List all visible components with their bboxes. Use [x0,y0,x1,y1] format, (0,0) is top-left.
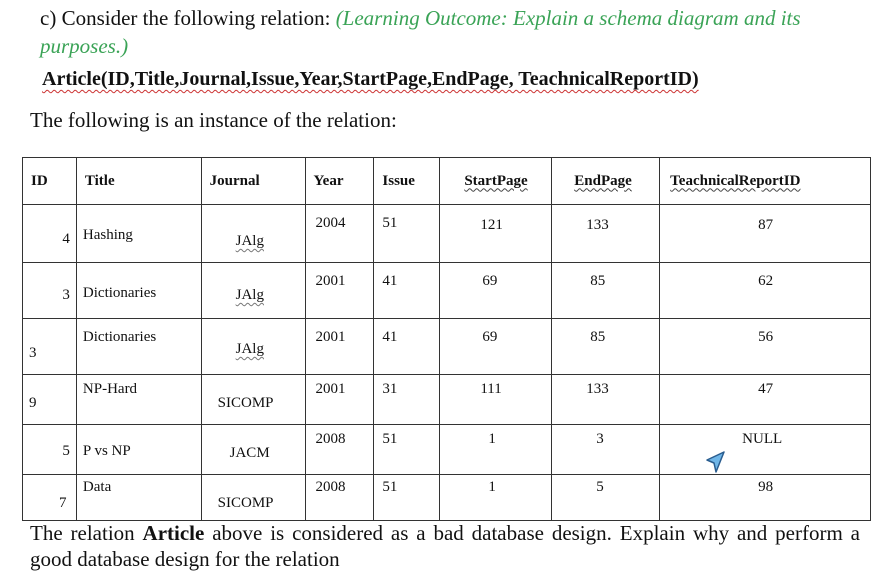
cell-startpage: 69 [439,318,553,375]
article-table: ID Title Journal Year Issue StartPage En… [22,157,871,521]
header-endpage: EndPage [551,157,661,205]
cell-journal: JACM [200,424,306,475]
cell-startpage: 121 [439,204,553,263]
cell-year: 2001 [304,262,375,319]
header-startpage: StartPage [439,157,553,205]
cell-reportid: 62 [659,262,871,319]
cell-journal: JAlg [200,262,306,319]
header-reportid: TeachnicalReportID [659,157,871,205]
cell-issue: 31 [373,374,441,425]
cell-issue: 51 [373,204,441,263]
header-year: Year [304,157,375,205]
table-row: 7 Data SICOMP 2008 51 1 5 98 [22,474,871,521]
cell-reportid: 56 [659,318,871,375]
table-row: 3 Dictionaries JAlg 2001 41 69 85 56 [22,318,871,375]
question-prefix: c) Consider the following relation: [40,6,336,30]
cell-endpage: 133 [551,374,661,425]
cell-endpage: 133 [551,204,661,263]
cell-id: 5 [22,424,77,475]
intro-text: The following is an instance of the rela… [30,108,397,132]
cell-startpage: 111 [439,374,553,425]
cell-id: 9 [22,374,77,425]
closing-bold: Article [142,521,205,545]
closing-part1: The relation [30,521,143,545]
cell-startpage: 1 [439,424,553,475]
cell-title: Data [75,474,202,521]
question-text: c) Consider the following relation: (Lea… [40,4,870,60]
cell-reportid: 47 [659,374,871,425]
cell-title: P vs NP [75,424,202,475]
cell-issue: 41 [373,262,441,319]
cell-journal: SICOMP [200,474,306,521]
cell-issue: 41 [373,318,441,375]
cell-issue: 51 [373,424,441,475]
cell-year: 2001 [304,318,375,375]
cell-journal: JAlg [200,204,306,263]
cell-title: Dictionaries [75,262,202,319]
cell-journal: SICOMP [200,374,306,425]
cell-year: 2008 [304,424,375,475]
cell-startpage: 69 [439,262,553,319]
cell-startpage: 1 [439,474,553,521]
cell-endpage: 85 [551,262,661,319]
cell-reportid: 98 [659,474,871,521]
cell-endpage: 5 [551,474,661,521]
cell-year: 2008 [304,474,375,521]
table-row: 9 NP-Hard SICOMP 2001 31 111 133 47 [22,374,871,425]
header-id: ID [22,157,77,205]
cell-title: NP-Hard [75,374,202,425]
closing-question: The relation Article above is considered… [30,520,860,572]
cell-endpage: 3 [551,424,661,475]
header-title: Title [75,157,202,205]
cell-id: 3 [22,318,77,375]
pointer-arrow-icon [706,451,725,473]
cell-year: 2004 [304,204,375,263]
cell-id: 4 [22,204,77,263]
cell-reportid: 87 [659,204,871,263]
table-row: 3 Dictionaries JAlg 2001 41 69 85 62 [22,262,871,319]
cell-id: 7 [22,474,77,521]
table-row: 5 P vs NP JACM 2008 51 1 3 NULL [22,424,871,475]
header-journal: Journal [200,157,306,205]
table-row: 4 Hashing JAlg 2004 51 121 133 87 [22,204,871,263]
relation-schema: Article(ID,Title,Journal,Issue,Year,Star… [42,68,699,90]
cell-journal: JAlg [200,318,306,375]
cell-id: 3 [22,262,77,319]
cell-reportid: NULL [659,424,871,475]
cell-endpage: 85 [551,318,661,375]
cell-issue: 51 [373,474,441,521]
table-header-row: ID Title Journal Year Issue StartPage En… [22,157,871,205]
cell-title: Dictionaries [75,318,202,375]
header-issue: Issue [373,157,441,205]
cell-year: 2001 [304,374,375,425]
cell-title: Hashing [75,204,202,263]
